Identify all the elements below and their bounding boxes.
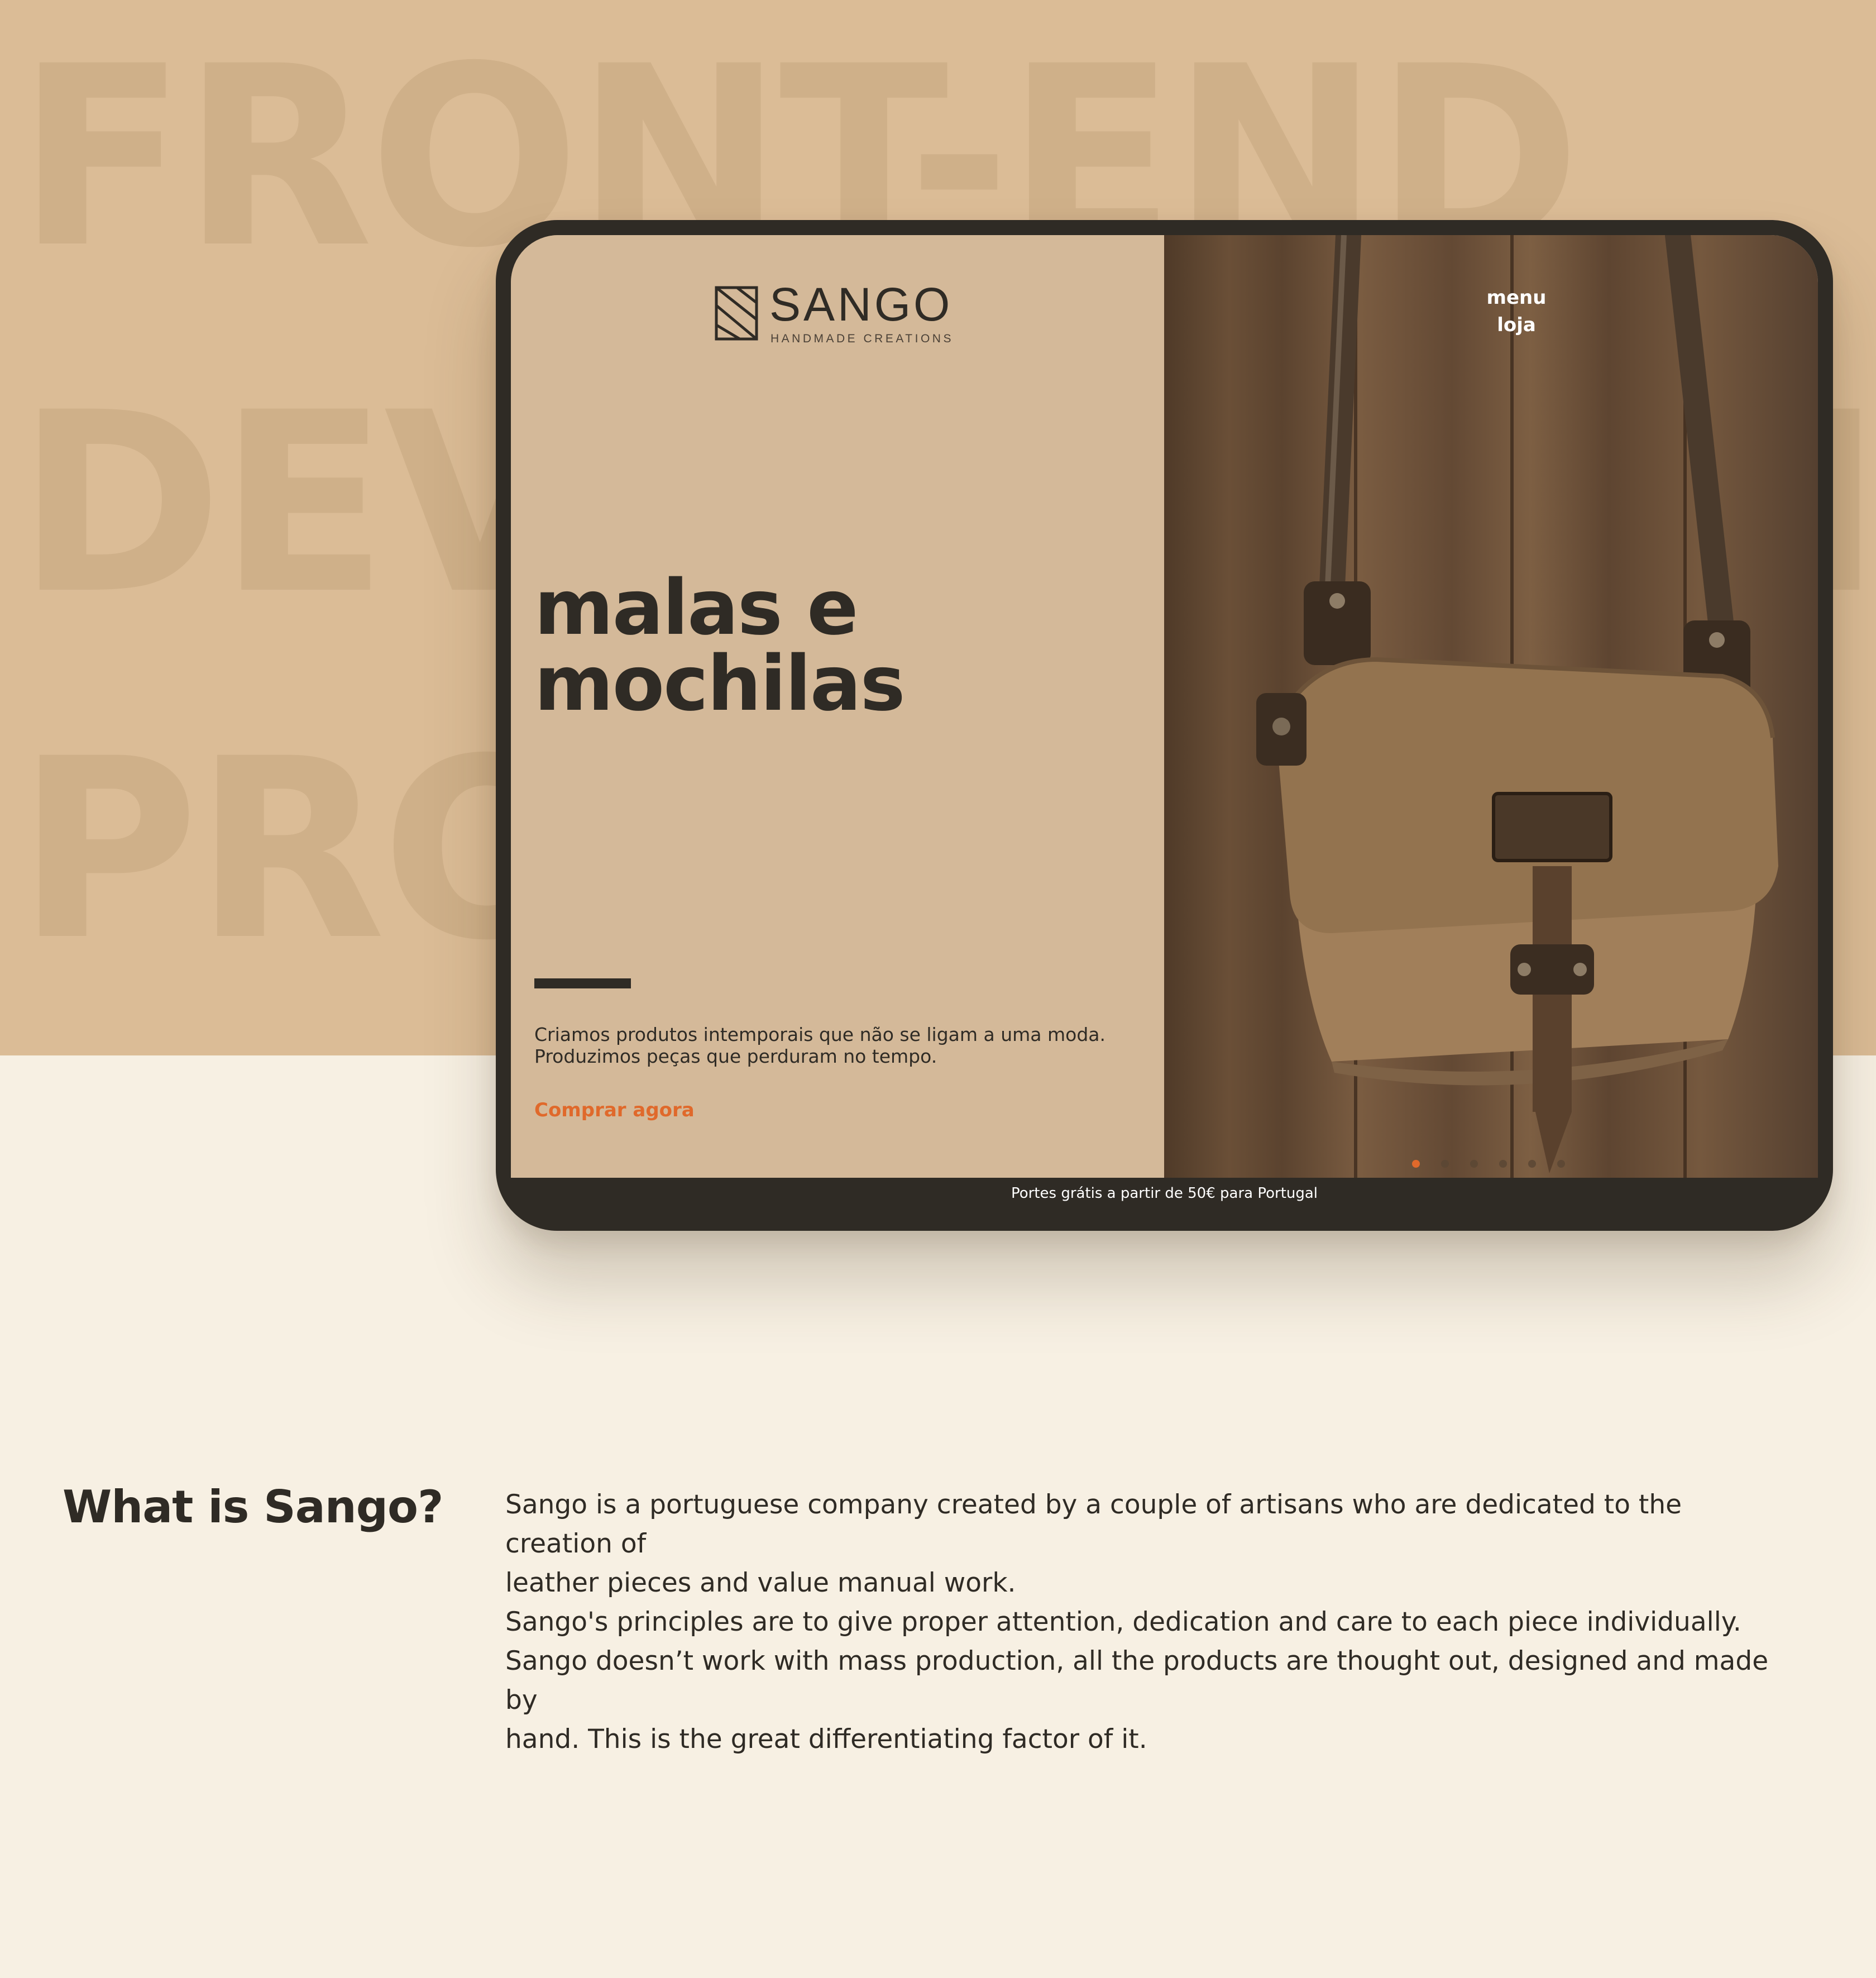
hero-divider <box>534 978 631 988</box>
hero-title-line: malas e <box>534 564 858 652</box>
carousel-dot[interactable] <box>1557 1160 1565 1168</box>
hero-description-line: Criamos produtos intemporais que não se … <box>534 1024 1106 1045</box>
brand-logo[interactable]: SANGO HANDMADE CREATIONS <box>715 281 954 346</box>
brand-tagline: HANDMADE CREATIONS <box>770 332 954 345</box>
carousel-dot[interactable] <box>1499 1160 1507 1168</box>
hero-image-panel: menu loja <box>1164 235 1818 1178</box>
about-line: hand. This is the great differentiating … <box>505 1724 1147 1755</box>
carousel-dot[interactable] <box>1412 1160 1420 1168</box>
carousel-dot[interactable] <box>1441 1160 1449 1168</box>
about-line: Sango doesn’t work with mass production,… <box>505 1646 1769 1716</box>
about-line: Sango's principles are to give proper at… <box>505 1607 1741 1637</box>
carousel-dots <box>1412 1160 1565 1168</box>
about-description: Sango is a portuguese company created by… <box>505 1485 1789 1759</box>
shop-now-link[interactable]: Comprar agora <box>534 1099 695 1121</box>
nav-item-loja[interactable]: loja <box>1487 312 1547 339</box>
about-line: leather pieces and value manual work. <box>505 1568 1016 1598</box>
main-nav: menu loja <box>1487 284 1547 340</box>
sango-square-logo-icon <box>715 286 758 341</box>
nav-item-menu[interactable]: menu <box>1487 284 1547 312</box>
brand-name: SANGO <box>769 278 953 331</box>
leather-bag-image <box>1256 235 1778 1173</box>
hero-text-panel: SANGO HANDMADE CREATIONS malas e mochila… <box>511 235 1164 1178</box>
about-heading: What is Sango? <box>63 1481 443 1533</box>
tablet-screen: SANGO HANDMADE CREATIONS malas e mochila… <box>511 235 1818 1178</box>
carousel-dot[interactable] <box>1528 1160 1536 1168</box>
tablet-mockup: SANGO HANDMADE CREATIONS malas e mochila… <box>496 220 1833 1231</box>
about-line: Sango is a portuguese company created by… <box>505 1489 1682 1559</box>
hero-title-line: mochilas <box>534 640 906 728</box>
hero-description: Criamos produtos intemporais que não se … <box>534 1024 1148 1067</box>
shipping-banner: Portes grátis a partir de 50€ para Portu… <box>1011 1185 1318 1202</box>
hero-description-line: Produzimos peças que perduram no tempo. <box>534 1045 937 1067</box>
hero-title: malas e mochilas <box>534 570 1093 722</box>
carousel-dot[interactable] <box>1470 1160 1478 1168</box>
